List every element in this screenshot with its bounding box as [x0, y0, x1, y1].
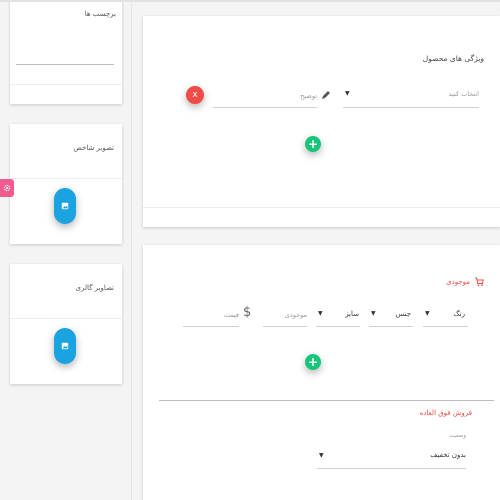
quantity-input[interactable]: موجودی [263, 311, 307, 319]
chevron-down-icon[interactable]: ▼ [318, 310, 323, 317]
stock-title-row: موجودی [446, 277, 484, 287]
upload-gallery-image-button[interactable] [54, 328, 76, 364]
close-icon: x [192, 90, 198, 100]
price-underline [183, 326, 239, 327]
gallery-card-title: تصاویر گالری [75, 284, 114, 292]
chevron-down-icon[interactable]: ▼ [371, 310, 376, 317]
material-select[interactable]: جنس [383, 310, 411, 318]
size-select-underline [316, 326, 360, 327]
gallery-card-divider [10, 318, 122, 319]
dollar-icon: $ [476, 408, 477, 418]
chevron-down-icon[interactable]: ▼ [319, 452, 324, 459]
size-select[interactable]: سایز [331, 310, 359, 318]
stock-title: موجودی [446, 278, 470, 286]
dollar-icon: $ [243, 305, 252, 320]
featured-image-card: تصویر شاخص [10, 124, 122, 244]
quantity-underline [263, 326, 307, 327]
featured-image-card-title: تصویر شاخص [73, 144, 114, 152]
discount-status-select[interactable]: بدون تخفیف [430, 451, 466, 459]
product-attributes-title: ویژگی های محصول [422, 54, 484, 63]
product-attributes-card: ویژگی های محصول انتخاب کنید ▼ توضیح x + [143, 16, 500, 227]
attributes-card-divider [143, 207, 500, 208]
tags-card-divider [10, 84, 122, 85]
tags-input[interactable] [16, 64, 114, 65]
remove-attribute-button[interactable]: x [186, 86, 204, 104]
image-icon [61, 202, 69, 210]
description-underline [213, 107, 317, 108]
tags-card: برچسب ها [10, 0, 122, 104]
add-attribute-button[interactable]: + [305, 136, 321, 152]
color-select[interactable]: رنگ [439, 310, 465, 318]
settings-tab[interactable] [0, 179, 14, 197]
chevron-down-icon[interactable]: ▼ [345, 90, 350, 97]
discount-status-underline [317, 468, 466, 469]
add-stock-variant-button[interactable]: + [305, 354, 321, 370]
stock-card: موجودی رنگ ▼ جنس ▼ سایز ▼ موجودی قیمت $ … [143, 245, 500, 500]
material-select-underline [369, 326, 413, 327]
gallery-card: تصاویر گالری [10, 264, 122, 384]
upload-featured-image-button[interactable] [54, 188, 76, 224]
special-sale-title-row: $ فروش فوق العاده [420, 407, 484, 418]
stock-section-divider [159, 400, 494, 401]
attribute-select[interactable]: انتخاب کنید [343, 90, 479, 98]
top-bar-shadow [0, 0, 500, 2]
color-select-underline [423, 326, 468, 327]
description-input[interactable]: توضیح [213, 92, 317, 100]
image-icon [61, 342, 69, 350]
special-sale-title: فروش فوق العاده [419, 408, 472, 417]
featured-image-card-divider [10, 178, 122, 179]
column-separator [131, 0, 132, 500]
discount-status-label: وضعیت [448, 433, 466, 439]
cart-icon [475, 277, 484, 287]
gear-icon [3, 184, 11, 192]
svg-text:$: $ [476, 408, 477, 418]
pencil-icon [322, 91, 330, 99]
tags-card-title: برچسب ها [84, 10, 116, 18]
chevron-down-icon[interactable]: ▼ [425, 310, 430, 317]
price-input[interactable]: قیمت [183, 311, 239, 319]
attribute-select-underline [343, 107, 479, 108]
